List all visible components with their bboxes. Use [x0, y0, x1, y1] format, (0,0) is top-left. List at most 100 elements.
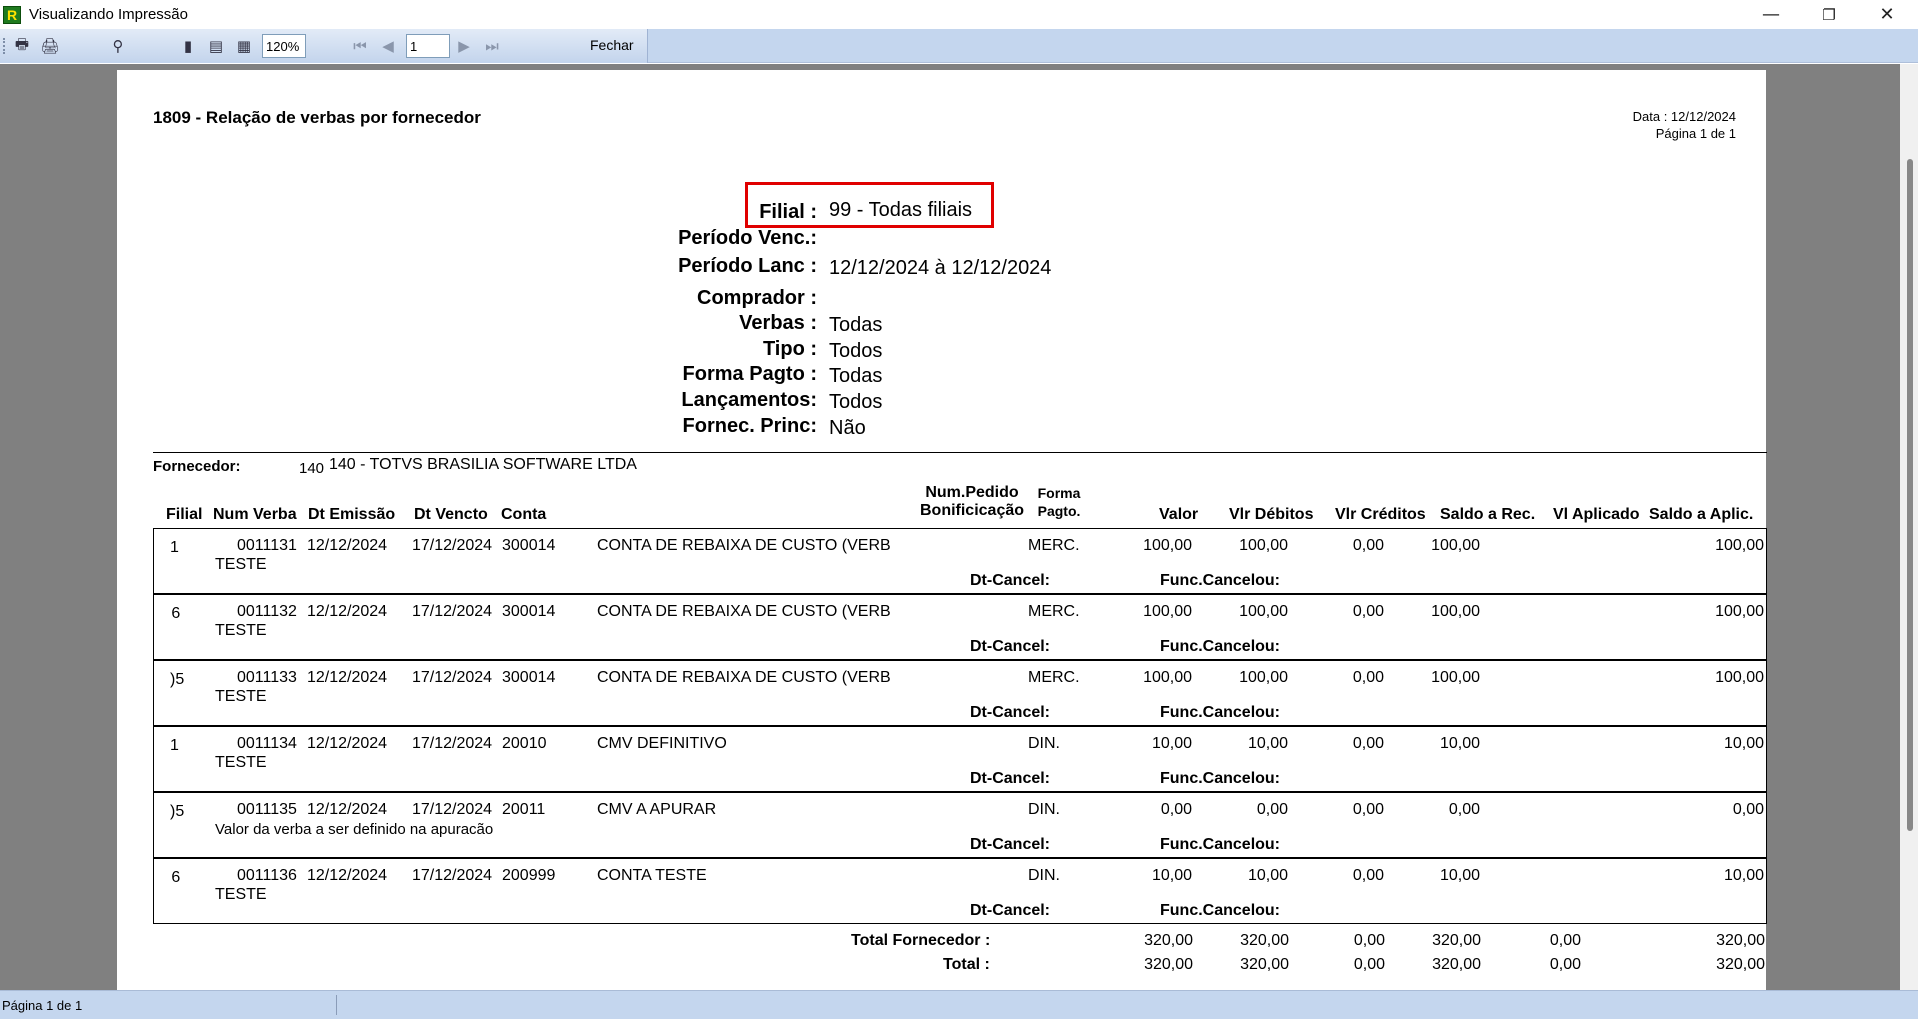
supplier-label: Fornecedor: [153, 458, 241, 475]
page-width-icon[interactable]: ▤ [206, 36, 226, 56]
toolbar-grip-icon[interactable] [3, 38, 6, 54]
param-label: Verbas : [739, 312, 817, 334]
total-fornecedor-vl-aplicado: 0,00 [1549, 932, 1581, 949]
window-titlebar: R Visualizando Impressão — ❐ ✕ [0, 0, 1918, 29]
param-value: Todas [829, 314, 883, 336]
cell-saldo-rec: 100,00 [1431, 603, 1480, 620]
col-vl-aplicado: Vl Aplicado [1553, 506, 1640, 523]
total-fornecedor-label: Total Fornecedor : [851, 932, 991, 949]
cell-forma: DIN. [1028, 867, 1060, 884]
cell-dt-emissao: 12/12/2024 [307, 537, 388, 554]
cell-descricao: CONTA DE REBAIXA DE CUSTO (VERB [597, 669, 891, 686]
verbas-table: 1 0011131 12/12/2024 17/12/2024 300014 C… [153, 528, 1767, 924]
cell-debitos: 100,00 [1239, 537, 1288, 554]
col-num-verba: Num Verba [213, 506, 297, 523]
param-value: Todos [829, 340, 883, 362]
cell-forma: DIN. [1028, 735, 1060, 752]
report-date: Data : 12/12/2024 [1632, 109, 1736, 124]
total-geral-creditos: 0,00 [1353, 956, 1385, 973]
cell-debitos: 10,00 [1247, 735, 1288, 752]
cell-dt-vencto: 17/12/2024 [412, 669, 493, 686]
cell-conta: 300014 [502, 669, 556, 686]
window-title: Visualizando Impressão [29, 6, 188, 23]
divider-line [153, 452, 1767, 453]
table-row: 1 0011131 12/12/2024 17/12/2024 300014 C… [154, 529, 1766, 595]
status-separator [336, 995, 337, 1015]
param-label: Tipo : [762, 338, 817, 360]
cell-obs: TESTE [215, 886, 267, 903]
print-setup-icon[interactable]: 🖨 [40, 36, 60, 56]
close-window-button[interactable]: ✕ [1858, 0, 1916, 29]
cell-conta: 20010 [502, 735, 547, 752]
cell-conta: 300014 [502, 603, 556, 620]
previous-page-icon[interactable]: ◀ [378, 36, 398, 56]
toolbar-strip: 🖶 🖨 ⚲ ▮ ▤ ▦ 120% ⏮ ◀ 1 ▶ ⏭ Fechar [0, 29, 648, 63]
report-title: 1809 - Relação de verbas por fornecedor [153, 108, 481, 127]
cell-valor: 100,00 [1143, 669, 1192, 686]
cell-descricao: CONTA TESTE [597, 867, 707, 884]
cell-saldo-aplic: 0,00 [1732, 801, 1764, 818]
last-page-icon[interactable]: ⏭ [482, 36, 502, 56]
total-geral-vl-aplicado: 0,00 [1549, 956, 1581, 973]
param-periodo-lanc: Período Lanc : 12/12/2024 à 12/12/2024 [117, 255, 1117, 281]
param-verbas: Verbas : Todas [117, 312, 1117, 338]
dt-cancel-label: Dt-Cancel: [970, 638, 1051, 655]
cell-dt-vencto: 17/12/2024 [412, 735, 493, 752]
cell-creditos: 0,00 [1352, 537, 1384, 554]
cell-valor: 100,00 [1143, 537, 1192, 554]
col-forma-line2: Pagto. [1037, 503, 1081, 519]
filial-highlight-box [745, 182, 994, 228]
cell-saldo-aplic: 10,00 [1723, 867, 1764, 884]
find-icon[interactable]: ⚲ [108, 36, 128, 56]
cell-saldo-rec: 100,00 [1431, 537, 1480, 554]
fechar-button[interactable]: Fechar [590, 37, 634, 53]
param-value: Não [829, 417, 866, 439]
total-geral-debitos: 320,00 [1240, 956, 1289, 973]
cell-dt-vencto: 17/12/2024 [412, 867, 493, 884]
cell-obs: TESTE [215, 754, 267, 771]
param-label: Forma Pagto : [682, 363, 817, 385]
cell-saldo-rec: 10,00 [1439, 735, 1480, 752]
table-row: 6 0011132 12/12/2024 17/12/2024 300014 C… [154, 595, 1766, 661]
cell-saldo-rec: 100,00 [1431, 669, 1480, 686]
minimize-button[interactable]: — [1742, 0, 1800, 29]
cell-debitos: 100,00 [1239, 669, 1288, 686]
vertical-scrollbar[interactable] [1900, 64, 1918, 990]
cell-dt-emissao: 12/12/2024 [307, 603, 388, 620]
total-geral-saldo-aplic: 320,00 [1716, 956, 1765, 973]
total-fornecedor-saldo-aplic: 320,00 [1716, 932, 1765, 949]
next-page-icon[interactable]: ▶ [454, 36, 474, 56]
cell-descricao: CMV DEFINITIVO [597, 735, 727, 752]
cell-dt-emissao: 12/12/2024 [307, 801, 388, 818]
cell-dt-vencto: 17/12/2024 [412, 603, 493, 620]
first-page-icon[interactable]: ⏮ [350, 36, 370, 56]
cell-obs: Valor da verba a ser definido na apuracã… [215, 821, 494, 838]
page-number-input[interactable]: 1 [406, 34, 450, 58]
col-conta: Conta [501, 506, 547, 523]
zoom-input[interactable]: 120% [262, 34, 306, 58]
print-icon[interactable]: 🖶 [12, 35, 32, 56]
cell-dt-emissao: 12/12/2024 [307, 735, 388, 752]
cell-debitos: 100,00 [1239, 603, 1288, 620]
cell-saldo-rec: 10,00 [1439, 867, 1480, 884]
col-valor: Valor [1159, 506, 1199, 523]
col-forma-line1: Forma [1037, 485, 1081, 501]
cell-saldo-aplic: 100,00 [1715, 537, 1764, 554]
param-label: Fornec. Princ: [682, 415, 817, 437]
col-dt-vencto: Dt Vencto [414, 506, 488, 523]
cell-saldo-rec: 0,00 [1448, 801, 1480, 818]
func-cancelou-label: Func.Cancelou: [1160, 770, 1281, 787]
cell-num-verba: 0011135 [237, 801, 297, 818]
scrollbar-thumb[interactable] [1907, 159, 1913, 831]
restore-button[interactable]: ❐ [1800, 0, 1858, 29]
cell-conta: 300014 [502, 537, 556, 554]
single-page-icon[interactable]: ▮ [178, 36, 198, 56]
param-label: Lançamentos: [681, 389, 817, 411]
whole-page-icon[interactable]: ▦ [234, 36, 254, 56]
func-cancelou-label: Func.Cancelou: [1160, 638, 1281, 655]
param-value: 12/12/2024 à 12/12/2024 [829, 257, 1052, 279]
cell-debitos: 10,00 [1247, 867, 1288, 884]
cell-saldo-aplic: 10,00 [1723, 735, 1764, 752]
cell-obs: TESTE [215, 622, 267, 639]
cell-dt-vencto: 17/12/2024 [412, 537, 493, 554]
